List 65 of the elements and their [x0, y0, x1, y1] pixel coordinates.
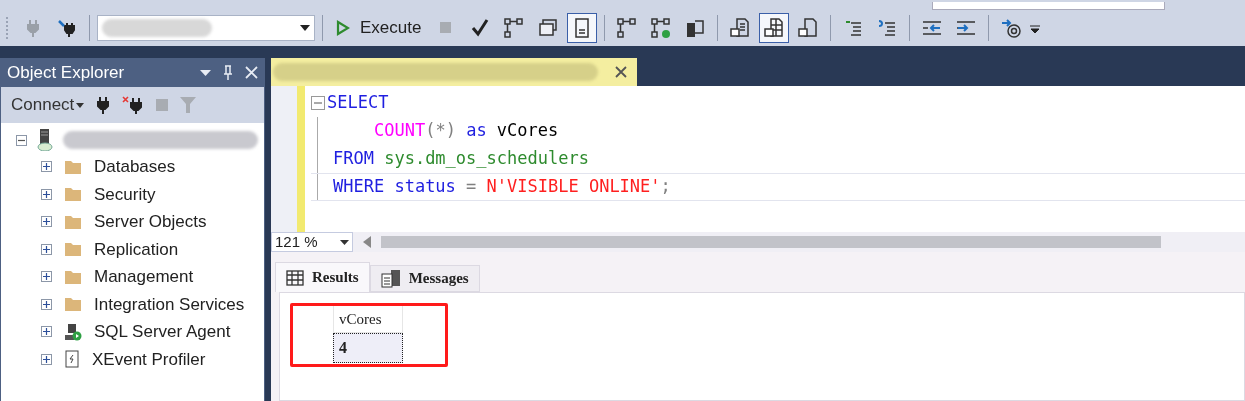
tree-item[interactable]: SQL Server Agent	[94, 319, 231, 345]
disconnect-icon[interactable]	[122, 96, 145, 114]
scroll-left-icon[interactable]	[363, 236, 371, 248]
plug-icon	[56, 17, 78, 39]
server-icon	[37, 129, 53, 151]
document-icon	[763, 17, 786, 39]
tree-item[interactable]: XEvent Profiler	[92, 346, 206, 372]
results-tab[interactable]: Results	[275, 262, 370, 292]
grid-icon	[286, 269, 304, 286]
tree-item[interactable]: Security	[94, 181, 156, 207]
server-icon	[684, 17, 707, 39]
expand-toggle[interactable]	[41, 353, 52, 365]
diagram-icon	[650, 17, 673, 39]
execute-button[interactable]: Execute	[330, 14, 428, 42]
search-field[interactable]	[932, 2, 1165, 10]
tree-item[interactable]: Replication	[94, 236, 179, 262]
pin-icon[interactable]	[223, 64, 233, 81]
zoom-dropdown[interactable]: 121 %	[271, 232, 353, 252]
code-line: SELECT	[327, 91, 389, 115]
tree-item[interactable]: Management	[94, 264, 194, 290]
tree-item[interactable]: Integration Services	[94, 291, 245, 317]
grip-handle	[6, 17, 10, 39]
collapse-toggle[interactable]	[311, 96, 325, 110]
windows-icon	[537, 17, 560, 39]
expand-toggle[interactable]	[41, 271, 52, 283]
tree-item[interactable]: Databases	[94, 154, 176, 180]
folder-icon	[64, 186, 82, 203]
folder-icon	[64, 296, 82, 313]
code-line: COUNT(*) as vCores	[373, 119, 559, 143]
dropdown-icon[interactable]	[200, 69, 211, 76]
close-icon[interactable]	[615, 66, 627, 78]
caret-icon	[300, 25, 310, 31]
table-cell[interactable]: 4	[333, 333, 403, 363]
agent-icon	[64, 322, 82, 341]
expand-toggle[interactable]	[41, 243, 52, 255]
diagram-icon	[616, 17, 639, 39]
expand-toggle[interactable]	[41, 298, 52, 310]
profiler-icon	[64, 350, 80, 369]
plug-icon[interactable]	[96, 96, 111, 114]
expand-toggle[interactable]	[41, 216, 52, 228]
diagram-icon	[503, 17, 526, 39]
document-icon	[729, 17, 752, 39]
toolbar-button[interactable]	[567, 13, 598, 43]
collapse-toggle[interactable]	[16, 134, 27, 146]
messages-icon	[380, 269, 401, 288]
toolbar-button[interactable]	[759, 13, 790, 43]
scrollbar[interactable]	[381, 236, 1161, 248]
panel-title: Object Explorer	[7, 61, 125, 84]
caret-icon	[76, 102, 85, 108]
at-sign-icon	[1000, 17, 1023, 39]
tree-item[interactable]: Server Objects	[94, 209, 207, 235]
folder-icon	[64, 158, 82, 175]
folder-icon	[64, 268, 82, 285]
document-icon	[797, 17, 820, 39]
results-tab[interactable]: Messages	[369, 265, 480, 292]
overflow-icon[interactable]	[1030, 22, 1041, 34]
play-icon	[336, 20, 350, 36]
expand-toggle[interactable]	[41, 326, 52, 338]
expand-toggle[interactable]	[41, 188, 52, 200]
expand-toggle[interactable]	[41, 161, 52, 173]
caret-icon	[340, 239, 349, 245]
code-line: FROM sys.dm_os_schedulers	[333, 147, 589, 171]
folder-icon	[64, 213, 82, 230]
code-line: WHERE status = N'VISIBLE ONLINE';	[333, 175, 671, 199]
folder-icon	[64, 241, 82, 258]
